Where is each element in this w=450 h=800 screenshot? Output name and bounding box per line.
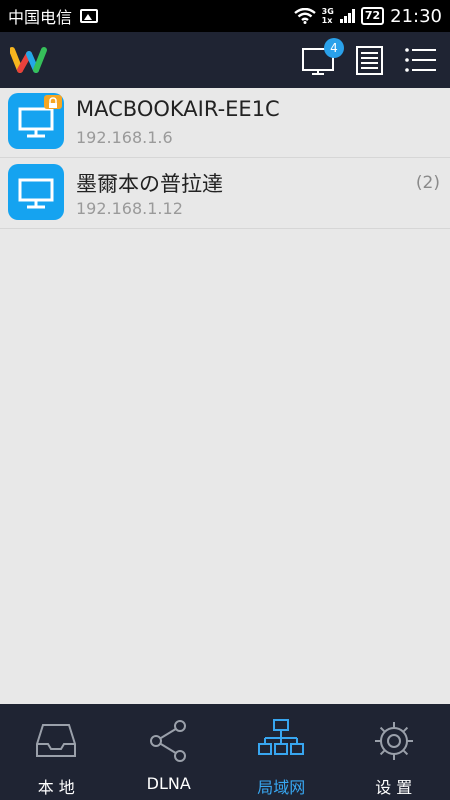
device-count: (2) (415, 173, 440, 193)
device-ip: 192.168.1.6 (76, 128, 173, 147)
device-name: MACBOOKAIR-EE1C (76, 97, 280, 121)
status-indicators: 3G 1x 72 21:30 (293, 5, 442, 27)
status-bar: 中国电信 3G 1x 72 21:30 (0, 0, 450, 32)
wifi-icon (293, 8, 316, 24)
cast-screen-button[interactable]: 4 (300, 38, 344, 80)
nav-item-lan[interactable]: 局域网 (225, 704, 338, 800)
carrier-name: 中国电信 (8, 8, 73, 27)
nav-item-settings[interactable]: 设 置 (338, 704, 450, 800)
lock-icon (44, 95, 62, 109)
device-row[interactable]: MACBOOKAIR-EE1C 192.168.1.6 (0, 88, 450, 158)
document-list-button[interactable] (350, 40, 390, 80)
network-type: 3G 1x (321, 7, 334, 25)
menu-button[interactable] (400, 40, 440, 80)
signal-strength-icon (339, 9, 355, 23)
computer-icon (8, 93, 64, 149)
nav-label: 设 置 (375, 778, 413, 797)
notification-badge: 4 (324, 38, 344, 58)
computer-icon (8, 164, 64, 220)
device-list: MACBOOKAIR-EE1C 192.168.1.6 墨爾本の普拉達 192.… (0, 88, 450, 704)
nav-item-dlna[interactable]: DLNA (113, 704, 226, 800)
app-bar: 4 (0, 32, 450, 88)
nav-item-local[interactable]: 本 地 (0, 704, 113, 800)
device-name: 墨爾本の普拉達 (76, 172, 223, 196)
status-time: 21:30 (390, 5, 442, 27)
bottom-navigation: 本 地 DLNA 局域网 设 置 (0, 704, 450, 800)
share-icon (149, 720, 186, 762)
device-ip: 192.168.1.12 (76, 199, 183, 218)
network-icon (258, 719, 304, 755)
image-notification-icon (80, 9, 99, 23)
gear-icon (374, 722, 413, 760)
app-logo (10, 47, 47, 73)
nav-label: 局域网 (257, 778, 306, 797)
device-row[interactable]: 墨爾本の普拉達 192.168.1.12 (2) (0, 159, 450, 229)
battery-icon: 72 (360, 7, 385, 25)
document-icon (356, 46, 383, 75)
list-menu-icon (405, 48, 436, 72)
nav-label: DLNA (146, 774, 191, 793)
inbox-icon (36, 724, 76, 757)
nav-label: 本 地 (37, 778, 75, 797)
